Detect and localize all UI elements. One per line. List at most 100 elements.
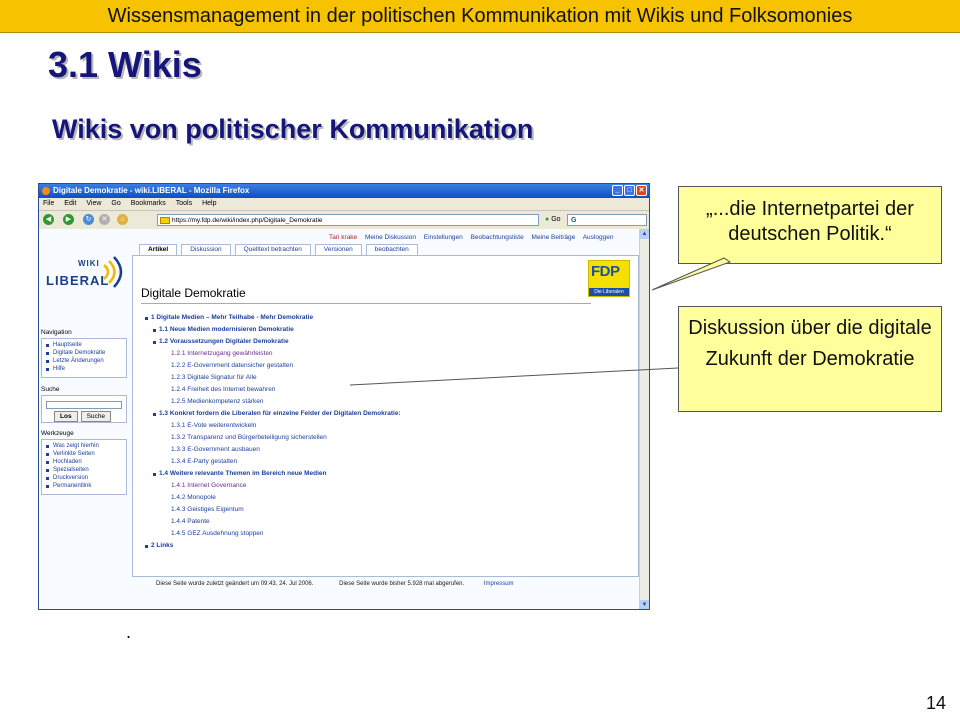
link-beobachtungsliste[interactable]: Beobachtungsliste xyxy=(471,234,524,241)
toc-item[interactable]: 1.4 Weitere relevante Themen im Bereich … xyxy=(143,468,613,480)
tab-quelltext[interactable]: Quelltext betrachten xyxy=(234,244,311,255)
table-of-contents: 1 Digitale Medien – Mehr Teilhabe - Mehr… xyxy=(143,312,613,552)
menu-bar: File Edit View Go Bookmarks Tools Help xyxy=(39,198,649,211)
nav-item-letzte-aenderungen[interactable]: Letzte Änderungen xyxy=(42,357,126,365)
fdp-logo-subtext: Die Liberalen xyxy=(589,288,629,296)
toc-bullet-icon xyxy=(153,329,156,332)
toc-item[interactable]: 2 Links xyxy=(143,540,613,552)
search-buttons: Los Suche xyxy=(42,411,126,422)
suche-button[interactable]: Suche xyxy=(80,411,111,422)
toc-item-label: 1.2.5 Medienkompetenz stärken xyxy=(171,398,264,405)
tab-versionen[interactable]: Versionen xyxy=(314,244,362,255)
fdp-logo: FDP Die Liberalen xyxy=(588,260,630,297)
tool-hochladen[interactable]: Hochladen xyxy=(42,458,126,466)
go-label: Go xyxy=(551,216,561,223)
link-einstellungen[interactable]: Einstellungen xyxy=(424,234,463,241)
stray-dot: . xyxy=(126,622,132,642)
menu-bookmarks[interactable]: Bookmarks xyxy=(131,198,166,210)
search-label: Suche xyxy=(41,386,60,393)
toc-item[interactable]: 1.2.5 Medienkompetenz stärken xyxy=(143,396,613,408)
forward-icon[interactable]: ▶ xyxy=(63,214,74,225)
page-number: 14 xyxy=(925,693,946,713)
signal-arcs-icon xyxy=(103,256,123,288)
scroll-up-arrow[interactable]: ▲ xyxy=(640,229,649,239)
nav-item-hauptseite[interactable]: Hauptseite xyxy=(42,341,126,349)
window-controls: _ □ ✕ xyxy=(612,185,647,196)
home-icon[interactable]: ⌂ xyxy=(117,214,128,225)
tab-artikel[interactable]: Artikel xyxy=(139,244,178,255)
toc-item[interactable]: 1.3.1 E-Vote weiterentwickeln xyxy=(143,420,613,432)
article-title: Digitale Demokratie xyxy=(141,286,246,300)
link-meine-beitraege[interactable]: Meine Beiträge xyxy=(532,234,576,241)
tool-was-zeigt-hierhin[interactable]: Was zeigt hierhin xyxy=(42,442,126,450)
toc-item-label: 1.4.1 Internet Governance xyxy=(171,482,247,489)
menu-file[interactable]: File xyxy=(43,198,54,210)
browser-search-input[interactable]: G xyxy=(567,214,647,226)
link-ausloggen[interactable]: Ausloggen xyxy=(583,234,614,241)
nav-item-hilfe[interactable]: Hilfe xyxy=(42,365,126,373)
toc-item[interactable]: 1.3.3 E-Government ausbauen xyxy=(143,444,613,456)
firefox-icon xyxy=(42,187,50,195)
tool-verlinkte-seiten[interactable]: Verlinkte Seiten xyxy=(42,450,126,458)
user-link[interactable]: Tari krake xyxy=(329,234,357,241)
toc-item[interactable]: 1.3.2 Transparenz und Bürgerbeteiligung … xyxy=(143,432,613,444)
toc-item[interactable]: 1.4.5 GEZ Ausdehnung stoppen xyxy=(143,528,613,540)
menu-view[interactable]: View xyxy=(86,198,101,210)
toc-item-label: 1.4.4 Patente xyxy=(171,518,210,525)
tab-beobachten[interactable]: beobachten xyxy=(365,244,418,255)
menu-edit[interactable]: Edit xyxy=(64,198,76,210)
footer-last-modified: Diese Seite wurde zuletzt geändert um 09… xyxy=(156,581,314,587)
tab-diskussion[interactable]: Diskussion xyxy=(181,244,231,255)
vertical-scrollbar[interactable]: ▲ ▼ xyxy=(639,229,649,609)
toc-item-label: 1.3.1 E-Vote weiterentwickeln xyxy=(171,422,257,429)
toc-item-label: 1.3 Konkret fordern die Liberalen für ei… xyxy=(159,410,401,417)
toc-item[interactable]: 1.4.3 Geistiges Eigentum xyxy=(143,504,613,516)
tools-label: Werkzeuge xyxy=(41,430,74,437)
toc-item-label: 1.2.1 Internetzugang gewährleisten xyxy=(171,350,273,357)
menu-help[interactable]: Help xyxy=(202,198,216,210)
tool-spezialseiten[interactable]: Spezialseiten xyxy=(42,466,126,474)
slide-subtitle: Wikis von politischer Kommunikation xyxy=(52,114,534,144)
toc-item[interactable]: 1.4.4 Patente xyxy=(143,516,613,528)
back-icon[interactable]: ◀ xyxy=(43,214,54,225)
toc-item[interactable]: 1.2.2 E-Government datensicher gestalten xyxy=(143,360,613,372)
close-button[interactable]: ✕ xyxy=(636,185,647,196)
minimize-button[interactable]: _ xyxy=(612,185,623,196)
menu-go[interactable]: Go xyxy=(111,198,120,210)
toc-bullet-icon xyxy=(153,473,156,476)
toc-item[interactable]: 1.4.2 Monopole xyxy=(143,492,613,504)
go-button[interactable]: ● Go xyxy=(545,214,561,226)
toc-item[interactable]: 1.2.1 Internetzugang gewährleisten xyxy=(143,348,613,360)
tool-druckversion[interactable]: Druckversion xyxy=(42,474,126,482)
toc-item[interactable]: 1 Digitale Medien – Mehr Teilhabe - Mehr… xyxy=(143,312,613,324)
toc-bullet-icon xyxy=(145,317,148,320)
toc-item[interactable]: 1.3.4 E-Party gestalten xyxy=(143,456,613,468)
url-field[interactable]: https://my.fdp.de/wiki/index.php/Digital… xyxy=(157,214,539,226)
link-meine-diskussion[interactable]: Meine Diskussion xyxy=(365,234,416,241)
wiki-liberal-logo[interactable]: WIKI LIBERAL xyxy=(42,251,128,303)
toc-item[interactable]: 1.4.1 Internet Governance xyxy=(143,480,613,492)
menu-tools[interactable]: Tools xyxy=(176,198,192,210)
nav-item-digitale-demokratie[interactable]: Digitale Demokratie xyxy=(42,349,126,357)
browser-titlebar: Digitale Demokratie - wiki.LIBERAL - Moz… xyxy=(39,184,649,198)
maximize-button[interactable]: □ xyxy=(624,185,635,196)
toc-item-label: 1.1 Neue Medien modernisieren Demokratie xyxy=(159,326,294,333)
scroll-down-arrow[interactable]: ▼ xyxy=(640,600,649,609)
window-title: Digitale Demokratie - wiki.LIBERAL - Moz… xyxy=(53,186,250,195)
toc-item[interactable]: 1.1 Neue Medien modernisieren Demokratie xyxy=(143,324,613,336)
toc-item[interactable]: 1.3 Konkret fordern die Liberalen für ei… xyxy=(143,408,613,420)
wiki-search-input[interactable] xyxy=(46,401,122,409)
reload-icon[interactable]: ↻ xyxy=(83,214,94,225)
toc-item-label: 2 Links xyxy=(151,542,174,549)
toc-item-label: 1 Digitale Medien – Mehr Teilhabe - Mehr… xyxy=(151,314,314,321)
toc-item[interactable]: 1.2.4 Freiheit des Internet bewahren xyxy=(143,384,613,396)
stop-icon[interactable]: ✕ xyxy=(99,214,110,225)
site-favicon xyxy=(160,217,170,224)
tool-permanentlink[interactable]: Permanentlink xyxy=(42,482,126,490)
wiki-tabs: Artikel Diskussion Quelltext betrachten … xyxy=(139,244,418,255)
toc-item[interactable]: 1.2 Voraussetzungen Digitaler Demokratie xyxy=(143,336,613,348)
toc-item-label: 1.4 Weitere relevante Themen im Bereich … xyxy=(159,470,327,477)
toc-item[interactable]: 1.2.3 Digitale Signatur für Alle xyxy=(143,372,613,384)
footer-impressum-link[interactable]: Impressum xyxy=(484,581,514,587)
los-button[interactable]: Los xyxy=(54,411,78,422)
